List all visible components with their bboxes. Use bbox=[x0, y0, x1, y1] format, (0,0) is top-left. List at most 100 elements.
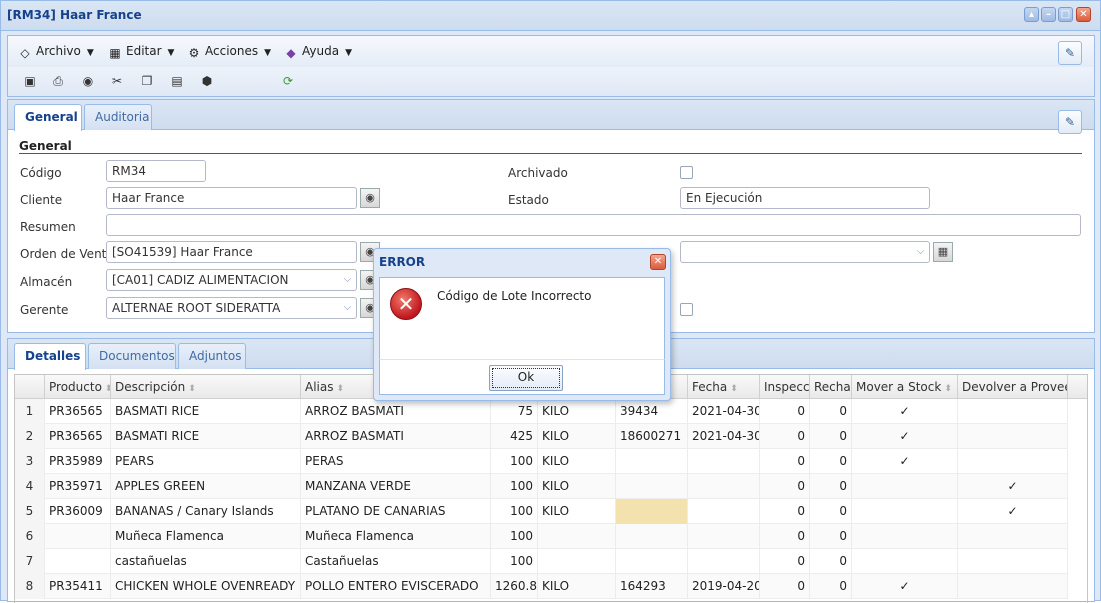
cell-rechazo[interactable]: 0 bbox=[810, 524, 852, 549]
cell-lote[interactable] bbox=[616, 499, 688, 524]
delete-icon[interactable]: ◉ bbox=[80, 73, 96, 89]
cliente-lookup-button[interactable]: ◉ bbox=[360, 188, 380, 208]
col-descripcion[interactable]: Descripción ⬍ bbox=[111, 375, 301, 399]
tab-detalles[interactable]: Detalles bbox=[14, 343, 86, 370]
cell-lote[interactable] bbox=[616, 474, 688, 499]
cell-rechazo[interactable]: 0 bbox=[810, 574, 852, 599]
table-row[interactable]: 1 PR36565 BASMATI RICE ARROZ BASMATI 75 KILO 3… bbox=[15, 399, 1068, 424]
table-row[interactable]: 6 Muñeca Flamenca Muñeca Flamenca 100 0 0 bbox=[15, 524, 1068, 549]
cell-lote[interactable]: 18600271 bbox=[616, 424, 688, 449]
cell-unidad[interactable]: KILO bbox=[538, 474, 616, 499]
dialog-close-button[interactable]: ✕ bbox=[650, 254, 666, 270]
cell-mover-stock[interactable] bbox=[852, 549, 958, 574]
cell-descripcion[interactable]: BASMATI RICE bbox=[111, 424, 301, 449]
cell-mover-stock[interactable]: ✓ bbox=[852, 574, 958, 599]
cell-mover-stock[interactable]: ✓ bbox=[852, 449, 958, 474]
user-settings-button[interactable]: ✎ bbox=[1058, 41, 1082, 65]
archivado-checkbox[interactable] bbox=[680, 166, 693, 179]
cell-inspeccion[interactable]: 0 bbox=[760, 474, 810, 499]
menu-archivo[interactable]: ◇ Archivo ▼ bbox=[18, 44, 93, 62]
cell-devolver[interactable] bbox=[958, 424, 1068, 449]
cell-descripcion[interactable]: BANANAS / Canary Islands bbox=[111, 499, 301, 524]
cell-devolver[interactable] bbox=[958, 574, 1068, 599]
cell-mover-stock[interactable] bbox=[852, 524, 958, 549]
cell-fecha[interactable] bbox=[688, 549, 760, 574]
cell-cantidad[interactable]: 100 bbox=[491, 474, 538, 499]
cell-producto[interactable]: PR35411 bbox=[45, 574, 111, 599]
cell-lote[interactable] bbox=[616, 524, 688, 549]
panel-settings-button[interactable]: ✎ bbox=[1058, 110, 1082, 134]
cell-alias[interactable]: Castañuelas bbox=[301, 549, 491, 574]
cell-alias[interactable]: PLATANO DE CANARIAS bbox=[301, 499, 491, 524]
col-inspeccion[interactable]: Inspecci bbox=[760, 375, 810, 399]
almacen-combo[interactable]: [CA01] CADIZ ALIMENTACION bbox=[106, 269, 357, 291]
cell-unidad[interactable] bbox=[538, 524, 616, 549]
cell-fecha[interactable] bbox=[688, 524, 760, 549]
window-titlebar[interactable]: [RM34] Haar France ▴ – □ ✕ bbox=[1, 1, 1100, 31]
cell-alias[interactable]: POLLO ENTERO EVISCERADO bbox=[301, 574, 491, 599]
tab-auditoria[interactable]: Auditoria bbox=[84, 104, 152, 130]
cell-descripcion[interactable]: CHICKEN WHOLE OVENREADY bbox=[111, 574, 301, 599]
cell-unidad[interactable]: KILO bbox=[538, 399, 616, 424]
col-devolver[interactable]: Devolver a Proveed bbox=[958, 375, 1068, 399]
extra-checkbox[interactable] bbox=[680, 303, 693, 316]
right-combo-field[interactable] bbox=[680, 241, 930, 263]
cell-cantidad[interactable]: 75 bbox=[491, 399, 538, 424]
cell-producto[interactable]: PR35971 bbox=[45, 474, 111, 499]
cell-devolver[interactable]: ✓ bbox=[958, 474, 1068, 499]
cell-lote[interactable]: 164293 bbox=[616, 574, 688, 599]
cell-descripcion[interactable]: APPLES GREEN bbox=[111, 474, 301, 499]
cliente-field[interactable]: Haar France bbox=[106, 187, 357, 209]
cell-producto[interactable]: PR36565 bbox=[45, 424, 111, 449]
cell-fecha[interactable]: 2019-04-20 bbox=[688, 574, 760, 599]
cell-inspeccion[interactable]: 0 bbox=[760, 549, 810, 574]
cell-rechazo[interactable]: 0 bbox=[810, 474, 852, 499]
cell-unidad[interactable]: KILO bbox=[538, 424, 616, 449]
chevron-down-icon[interactable]: ⌵ bbox=[339, 270, 356, 290]
cell-alias[interactable]: ARROZ BASMATI bbox=[301, 424, 491, 449]
table-row[interactable]: 3 PR35989 PEARS PERAS 100 KILO 0 0 ✓ bbox=[15, 449, 1068, 474]
cell-mover-stock[interactable]: ✓ bbox=[852, 399, 958, 424]
cell-rechazo[interactable]: 0 bbox=[810, 399, 852, 424]
cell-producto[interactable]: PR35989 bbox=[45, 449, 111, 474]
table-row[interactable]: 8 PR35411 CHICKEN WHOLE OVENREADY POLLO ENT… bbox=[15, 574, 1068, 599]
codigo-field[interactable]: RM34 bbox=[106, 160, 206, 182]
estado-field[interactable]: En Ejecución bbox=[680, 187, 930, 209]
table-row[interactable]: 4 PR35971 APPLES GREEN MANZANA VERDE 100 KILO… bbox=[15, 474, 1068, 499]
cell-rechazo[interactable]: 0 bbox=[810, 424, 852, 449]
gerente-combo[interactable]: ALTERNAE ROOT SIDERATTA bbox=[106, 297, 357, 319]
cell-descripcion[interactable]: Muñeca Flamenca bbox=[111, 524, 301, 549]
cell-mover-stock[interactable] bbox=[852, 474, 958, 499]
cell-fecha[interactable] bbox=[688, 499, 760, 524]
cell-inspeccion[interactable]: 0 bbox=[760, 399, 810, 424]
cell-devolver[interactable] bbox=[958, 524, 1068, 549]
cell-producto[interactable]: PR36565 bbox=[45, 399, 111, 424]
cell-descripcion[interactable]: PEARS bbox=[111, 449, 301, 474]
cell-alias[interactable]: ARROZ BASMATI bbox=[301, 399, 491, 424]
cell-unidad[interactable] bbox=[538, 549, 616, 574]
col-fecha[interactable]: Fecha ⬍ bbox=[688, 375, 760, 399]
cell-rechazo[interactable]: 0 bbox=[810, 499, 852, 524]
cell-lote[interactable] bbox=[616, 449, 688, 474]
menu-ayuda[interactable]: ◆ Ayuda ▼ bbox=[284, 44, 352, 62]
cell-unidad[interactable]: KILO bbox=[538, 574, 616, 599]
cell-producto[interactable] bbox=[45, 524, 111, 549]
cell-descripcion[interactable]: castañuelas bbox=[111, 549, 301, 574]
paste-icon[interactable]: ▤ bbox=[169, 73, 185, 89]
cell-cantidad[interactable]: 100 bbox=[491, 449, 538, 474]
cell-fecha[interactable]: 2021-04-30 bbox=[688, 424, 760, 449]
col-producto[interactable]: Producto⬍ bbox=[45, 375, 111, 399]
chevron-down-icon[interactable]: ⌵ bbox=[912, 242, 929, 262]
minimize-window-button[interactable]: – bbox=[1041, 7, 1056, 22]
cell-unidad[interactable]: KILO bbox=[538, 499, 616, 524]
cell-alias[interactable]: Muñeca Flamenca bbox=[301, 524, 491, 549]
cell-devolver[interactable] bbox=[958, 449, 1068, 474]
duplicate-icon[interactable]: ⬢ bbox=[199, 73, 215, 89]
save-icon[interactable]: ▣ bbox=[22, 73, 38, 89]
cell-devolver[interactable]: ✓ bbox=[958, 499, 1068, 524]
chevron-down-icon[interactable]: ⌵ bbox=[339, 298, 356, 318]
copy-icon[interactable]: ❐ bbox=[139, 73, 155, 89]
table-row[interactable]: 7 castañuelas Castañuelas 100 0 0 bbox=[15, 549, 1068, 574]
cell-cantidad[interactable]: 100 bbox=[491, 524, 538, 549]
col-rechazo[interactable]: Rechaz bbox=[810, 375, 852, 399]
